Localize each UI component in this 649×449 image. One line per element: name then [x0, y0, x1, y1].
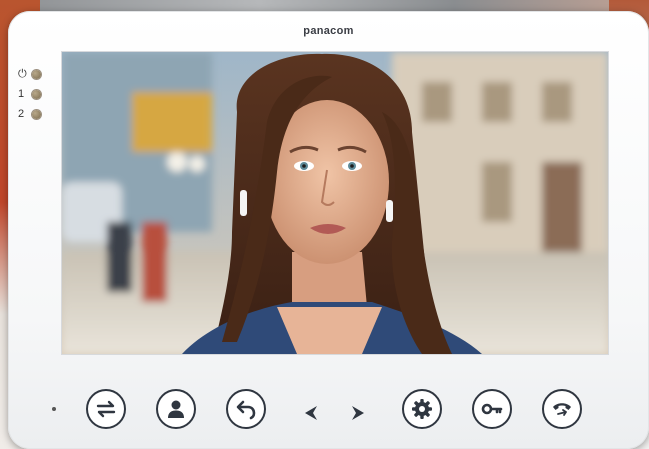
power-led-dot: [32, 69, 41, 79]
previous-button[interactable]: [301, 403, 321, 423]
led-1-dot: [32, 89, 41, 99]
chevron-right-icon: [352, 406, 364, 420]
transfer-button[interactable]: [86, 389, 126, 429]
return-arrow-icon: [236, 400, 256, 420]
brand-logo: panacom: [303, 25, 354, 37]
led-1: 1: [18, 84, 41, 104]
video-intercom-monitor: panacom ⏻ 1 2: [8, 11, 649, 449]
led-1-label: 1: [18, 88, 25, 100]
status-leds: ⏻ 1 2: [18, 64, 41, 124]
chevron-left-icon: [305, 406, 317, 420]
phone-icon: [553, 403, 571, 416]
camera-feed-image: [62, 52, 608, 354]
microphone-hole: [52, 407, 56, 411]
swap-arrows-icon: [96, 400, 116, 418]
led-2-label: 2: [18, 108, 25, 120]
hangup-button[interactable]: [542, 389, 582, 429]
person-icon: [168, 400, 184, 418]
gear-icon: [412, 399, 432, 419]
power-icon: ⏻: [18, 67, 27, 80]
unlock-button[interactable]: [472, 389, 512, 429]
power-led: ⏻: [18, 64, 41, 84]
led-2-dot: [32, 109, 41, 119]
contact-button[interactable]: [156, 389, 196, 429]
led-2: 2: [18, 104, 41, 124]
video-screen: [61, 51, 609, 355]
back-button[interactable]: [226, 389, 266, 429]
next-button[interactable]: [348, 403, 368, 423]
key-icon: [481, 403, 503, 415]
settings-button[interactable]: [402, 389, 442, 429]
